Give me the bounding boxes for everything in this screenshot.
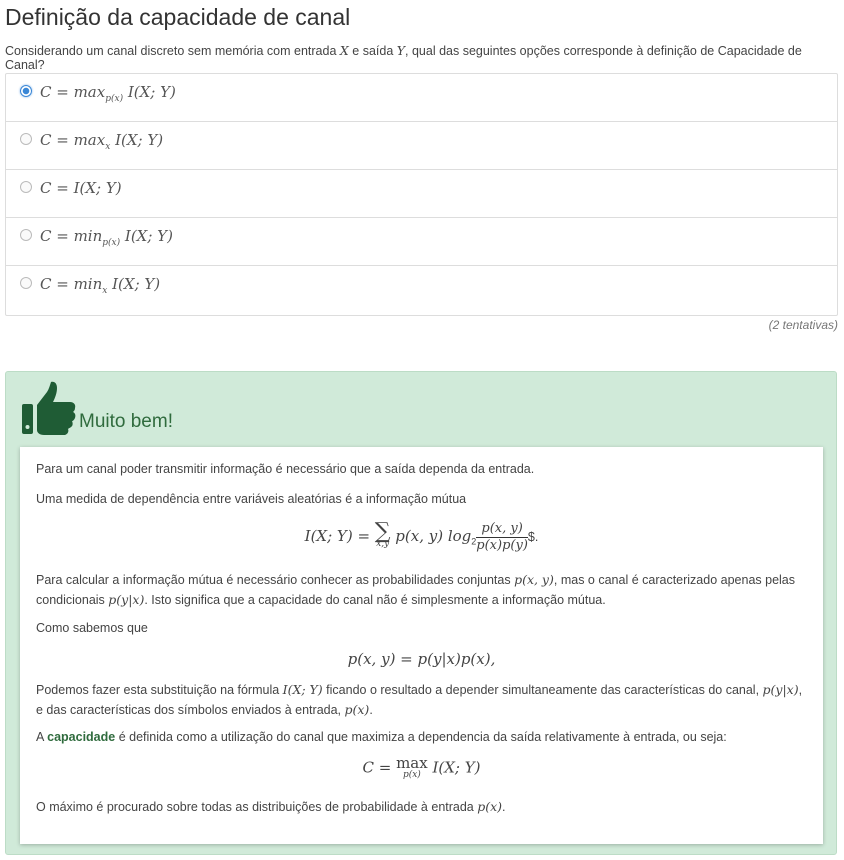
explanation-p7: O máximo é procurado sobre todas as dist…: [36, 797, 807, 817]
eq1-sum-sub: x,y: [376, 538, 390, 549]
option-1-label: C = maxp(x) I(X; Y): [40, 83, 176, 104]
question-var-y: Y: [396, 43, 406, 58]
radio-option-4[interactable]: [20, 229, 32, 241]
attempts-counter: (2 tentativas): [768, 318, 838, 332]
explanation-p3: Para calcular a informação mútua é neces…: [36, 570, 807, 610]
option-4-sub: p(x): [102, 238, 121, 248]
p7-a: O máximo é procurado sobre todas as dist…: [36, 800, 478, 814]
option-1-main: C = max: [40, 83, 106, 101]
eq1-lhs: I(X; Y) =: [304, 526, 375, 545]
answer-options: C = maxp(x) I(X; Y) C = maxx I(X; Y) C =…: [5, 73, 838, 316]
equation-capacity: C = max p(x) I(X; Y): [36, 754, 807, 781]
equation-mutual-info: I(X; Y) = ∑ x,y p(x, y) log2 p(x, y) p(x)p(…: [36, 518, 807, 554]
p7-b: .: [502, 800, 506, 814]
explanation-p1: Para um canal poder transmitir informaçã…: [36, 462, 535, 476]
eq3-lhs: C =: [362, 758, 397, 777]
page-title: Definição da capacidade de canal: [5, 4, 351, 30]
p3-math-cond: p(y|x): [108, 592, 145, 607]
eq1-tail: $.: [527, 529, 539, 544]
explanation-p5: Podemos fazer esta substituição na fórmu…: [36, 680, 807, 720]
option-4-label: C = minp(x) I(X; Y): [40, 227, 173, 248]
explanation-p4: Como sabemos que: [36, 621, 148, 635]
p5-math-info: I(X; Y): [282, 682, 323, 697]
eq3-rest: I(X; Y): [427, 758, 481, 777]
p3-a: Para calcular a informação mútua é neces…: [36, 573, 515, 587]
p7-math-px: p(x): [477, 799, 503, 814]
option-5-label: C = minx I(X; Y): [40, 275, 160, 296]
radio-option-1[interactable]: [20, 85, 32, 97]
eq1-numerator: p(x, y): [476, 521, 528, 538]
eq1-denominator: p(x)p(y): [476, 538, 528, 553]
p5-a: Podemos fazer esta substituição na fórmu…: [36, 683, 283, 697]
option-3-label: C = I(X; Y): [40, 179, 122, 197]
thumbs-up-icon: [22, 381, 76, 435]
p5-b: ficando o resultado a depender simultane…: [322, 683, 763, 697]
p5-math-px: p(x): [344, 702, 370, 717]
option-4-rest: I(X; Y): [120, 227, 173, 245]
option-5-main: C = min: [40, 275, 103, 293]
explanation-box: Para um canal poder transmitir informaçã…: [20, 447, 823, 844]
question-prefix: Considerando um canal discreto sem memór…: [5, 44, 340, 58]
eq3-max: max p(x): [396, 754, 428, 781]
option-4[interactable]: C = minp(x) I(X; Y): [6, 218, 837, 266]
p6-b: é definida como a utilização do canal qu…: [115, 730, 727, 744]
feedback-panel: Muito bem! Para um canal poder transmiti…: [5, 371, 837, 855]
question-var-x: X: [339, 43, 349, 58]
option-5[interactable]: C = minx I(X; Y): [6, 266, 837, 315]
radio-option-3[interactable]: [20, 181, 32, 193]
option-1[interactable]: C = maxp(x) I(X; Y): [6, 74, 837, 122]
equation-joint: p(x, y) = p(y|x)p(x),: [347, 650, 496, 668]
option-2-rest: I(X; Y): [110, 131, 164, 149]
sum-symbol: ∑: [374, 518, 391, 544]
option-3[interactable]: C = I(X; Y): [6, 170, 837, 218]
explanation-p2: Uma medida de dependência entre variávei…: [36, 492, 467, 506]
option-1-rest: I(X; Y): [123, 83, 176, 101]
eq1-fraction: p(x, y) p(x)p(y): [476, 521, 528, 554]
option-5-rest: I(X; Y): [107, 275, 161, 293]
option-2-main: C = max: [40, 131, 106, 149]
p3-math-joint: p(x, y): [514, 572, 554, 587]
option-2[interactable]: C = maxx I(X; Y): [6, 122, 837, 170]
p3-c: . Isto significa que a capacidade do can…: [144, 593, 606, 607]
p5-math-cond: p(y|x): [762, 682, 799, 697]
verdict-text: Muito bem!: [79, 411, 173, 432]
option-2-label: C = maxx I(X; Y): [40, 131, 163, 152]
question-mid: e saída: [348, 44, 397, 58]
eq1-mid: p(x, y) log: [390, 526, 472, 545]
p5-d: .: [369, 703, 373, 717]
option-1-sub: p(x): [105, 94, 124, 104]
question-text: Considerando um canal discreto sem memór…: [5, 43, 839, 72]
radio-option-5[interactable]: [20, 277, 32, 289]
option-4-main: C = min: [40, 227, 103, 245]
eq3-op: max: [396, 754, 428, 772]
option-3-main: C = I(X; Y): [40, 179, 122, 197]
eq1-sum: ∑ x,y: [374, 518, 391, 550]
explanation-p6: A capacidade é definida como a utilizaçã…: [36, 728, 807, 747]
p6-strong: capacidade: [47, 730, 116, 744]
radio-option-2[interactable]: [20, 133, 32, 145]
p6-a: A: [36, 730, 48, 744]
